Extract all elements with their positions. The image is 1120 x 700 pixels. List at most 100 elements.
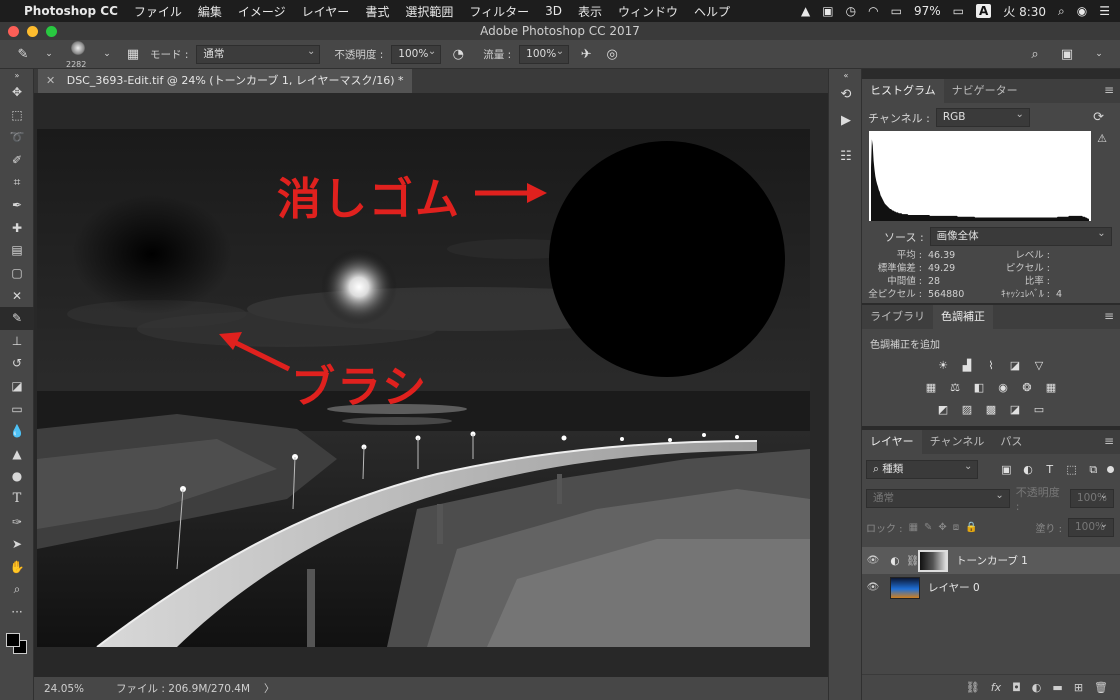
panel-menu-icon[interactable]: ≡ — [1104, 83, 1114, 97]
eraser-tool-icon[interactable]: ◪ — [0, 375, 34, 398]
bandage-tool-icon[interactable]: ▤ — [0, 239, 34, 262]
layer-name[interactable]: トーンカーブ 1 — [956, 553, 1028, 568]
chevron-down-icon[interactable]: ⌄ — [98, 45, 116, 63]
airplay-icon[interactable]: ▭ — [891, 4, 902, 18]
collapse-icon[interactable]: » — [0, 69, 34, 81]
color-lookup-icon[interactable]: ▦ — [1043, 379, 1059, 395]
menu-view[interactable]: 表示 — [578, 3, 602, 20]
source-select[interactable]: 画像全体 — [929, 225, 1112, 246]
tab-layers[interactable]: レイヤー — [862, 430, 922, 454]
lock-transparency-icon[interactable]: ▦ — [909, 522, 918, 533]
panel-menu-icon[interactable]: ≡ — [1104, 309, 1114, 323]
filter-toggle[interactable] — [1107, 466, 1115, 473]
more-tools-icon[interactable]: ··· — [0, 601, 34, 624]
brush-tool-icon[interactable]: ✎ — [0, 306, 34, 330]
cache-warning-icon[interactable]: ⚠ — [1097, 132, 1107, 145]
pen-tool-icon[interactable]: ✑ — [0, 510, 34, 533]
lock-position-icon[interactable]: ✥ — [938, 522, 946, 533]
channel-select[interactable]: RGB — [935, 106, 1030, 127]
chevron-down-icon[interactable]: ⌄ — [1090, 45, 1108, 63]
hue-saturation-icon[interactable]: ▦ — [923, 379, 939, 395]
hand-tool-icon[interactable]: ✋ — [0, 555, 34, 578]
levels-icon[interactable]: ▟ — [959, 357, 975, 373]
type-tool-icon[interactable]: T — [0, 488, 34, 511]
new-layer-icon[interactable]: ⊞ — [1074, 681, 1083, 694]
menu-select[interactable]: 選択範囲 — [405, 3, 453, 20]
threshold-icon[interactable]: ▩ — [983, 401, 999, 417]
brush-panel-icon[interactable]: ▦ — [124, 45, 142, 63]
lock-paint-icon[interactable]: ✎ — [924, 522, 932, 533]
workspace-icon[interactable]: ▣ — [1058, 45, 1076, 63]
clock[interactable]: 火 8:30 — [1003, 3, 1046, 20]
visibility-eye-icon[interactable]: 👁 — [862, 582, 884, 593]
trash-icon[interactable]: 🗑 — [1094, 681, 1108, 694]
tab-adjustments[interactable]: 色調補正 — [933, 305, 993, 329]
document-image[interactable]: 消しゴム ブラシ — [37, 129, 810, 647]
pressure-size-icon[interactable]: ◎ — [603, 45, 621, 63]
layer-style-icon[interactable]: fx — [991, 681, 1001, 694]
refresh-icon[interactable]: ⟳ — [1093, 110, 1104, 125]
lock-all-icon[interactable]: 🔒 — [965, 522, 977, 533]
menu-image[interactable]: イメージ — [238, 3, 286, 20]
menu-window[interactable]: ウィンドウ — [618, 3, 678, 20]
menu-filter[interactable]: フィルター — [469, 3, 529, 20]
lasso-tool-icon[interactable]: ➰ — [0, 126, 34, 149]
crop-tool-icon[interactable]: ⌗ — [0, 171, 34, 194]
filter-type-icon[interactable]: T — [1042, 462, 1058, 478]
new-adjustment-icon[interactable]: ◐ — [1032, 681, 1042, 694]
filter-shape-icon[interactable]: ⬚ — [1064, 462, 1080, 478]
notification-icon[interactable]: ☰ — [1099, 4, 1110, 18]
color-swatches[interactable] — [0, 623, 34, 663]
status-expand-arrow[interactable]: 〉 — [264, 681, 275, 696]
crossing-tool-icon[interactable]: ✕ — [0, 284, 34, 307]
fill-field[interactable]: 100% — [1068, 516, 1114, 537]
zoom-tool-icon[interactable]: ⌕ — [0, 578, 34, 601]
path-select-tool-icon[interactable]: ➤ — [0, 533, 34, 556]
menu-type[interactable]: 書式 — [365, 3, 389, 20]
menu-layer[interactable]: レイヤー — [302, 3, 350, 20]
app-menu[interactable]: Photoshop CC — [24, 4, 118, 18]
mode-select[interactable]: 通常 — [196, 43, 321, 64]
document-tab[interactable]: ✕ DSC_3693-Edit.tif @ 24% (トーンカーブ 1, レイヤ… — [38, 69, 412, 93]
siri-icon[interactable]: ◉ — [1077, 4, 1087, 18]
posterize-icon[interactable]: ▨ — [959, 401, 975, 417]
close-tab-icon[interactable]: ✕ — [46, 74, 55, 87]
menu-3d[interactable]: 3D — [545, 4, 562, 18]
battery-icon[interactable]: ▭ — [953, 4, 964, 18]
zoom-level[interactable]: 24.05% — [44, 683, 84, 695]
new-group-icon[interactable]: ▬ — [1052, 681, 1062, 694]
eyedropper-tool-icon[interactable]: ✒ — [0, 194, 34, 217]
zoom-window-button[interactable] — [46, 26, 57, 37]
wifi-icon[interactable]: ◠ — [868, 4, 878, 18]
canvas-area[interactable]: 消しゴム ブラシ — [34, 93, 828, 677]
menu-help[interactable]: ヘルプ — [694, 3, 730, 20]
brush-tool-preset-icon[interactable]: ✎ — [14, 45, 32, 63]
layer-opacity-field[interactable]: 100% — [1069, 487, 1114, 508]
marquee-tool-icon[interactable]: ⬚ — [0, 104, 34, 127]
tab-channels[interactable]: チャンネル — [922, 430, 993, 454]
collapse-icon[interactable]: « — [829, 69, 863, 81]
move-tool-icon[interactable]: ✥ — [0, 81, 34, 104]
photo-filter-icon[interactable]: ◉ — [995, 379, 1011, 395]
tab-histogram[interactable]: ヒストグラム — [862, 79, 944, 103]
layer-name[interactable]: レイヤー 0 — [928, 580, 980, 595]
spot-healing-tool-icon[interactable]: ✚ — [0, 217, 34, 240]
tab-paths[interactable]: パス — [992, 430, 1030, 454]
minimize-window-button[interactable] — [27, 26, 38, 37]
chevron-down-icon[interactable]: ⌄ — [40, 45, 58, 63]
black-white-icon[interactable]: ◧ — [971, 379, 987, 395]
opacity-field[interactable]: 100% — [391, 43, 442, 64]
channel-mixer-icon[interactable]: ❂ — [1019, 379, 1035, 395]
add-mask-icon[interactable]: ◘ — [1012, 681, 1021, 694]
history-panel-icon[interactable]: ⟲ — [829, 81, 863, 107]
layer-row-curves[interactable]: 👁 ◐ ⛓ トーンカーブ 1 — [862, 547, 1120, 574]
menu-file[interactable]: ファイル — [134, 3, 182, 20]
link-layers-icon[interactable]: ⛓ — [966, 681, 980, 694]
curves-icon[interactable]: ⌇ — [983, 357, 999, 373]
flow-field[interactable]: 100% — [519, 43, 570, 64]
close-window-button[interactable] — [8, 26, 19, 37]
spotlight-icon[interactable]: ⌕ — [1058, 4, 1065, 19]
actions-panel-icon[interactable]: ▶ — [829, 107, 863, 133]
brush-preset-picker[interactable]: 2282 — [66, 41, 90, 69]
vibrance-icon[interactable]: ▽ — [1031, 357, 1047, 373]
